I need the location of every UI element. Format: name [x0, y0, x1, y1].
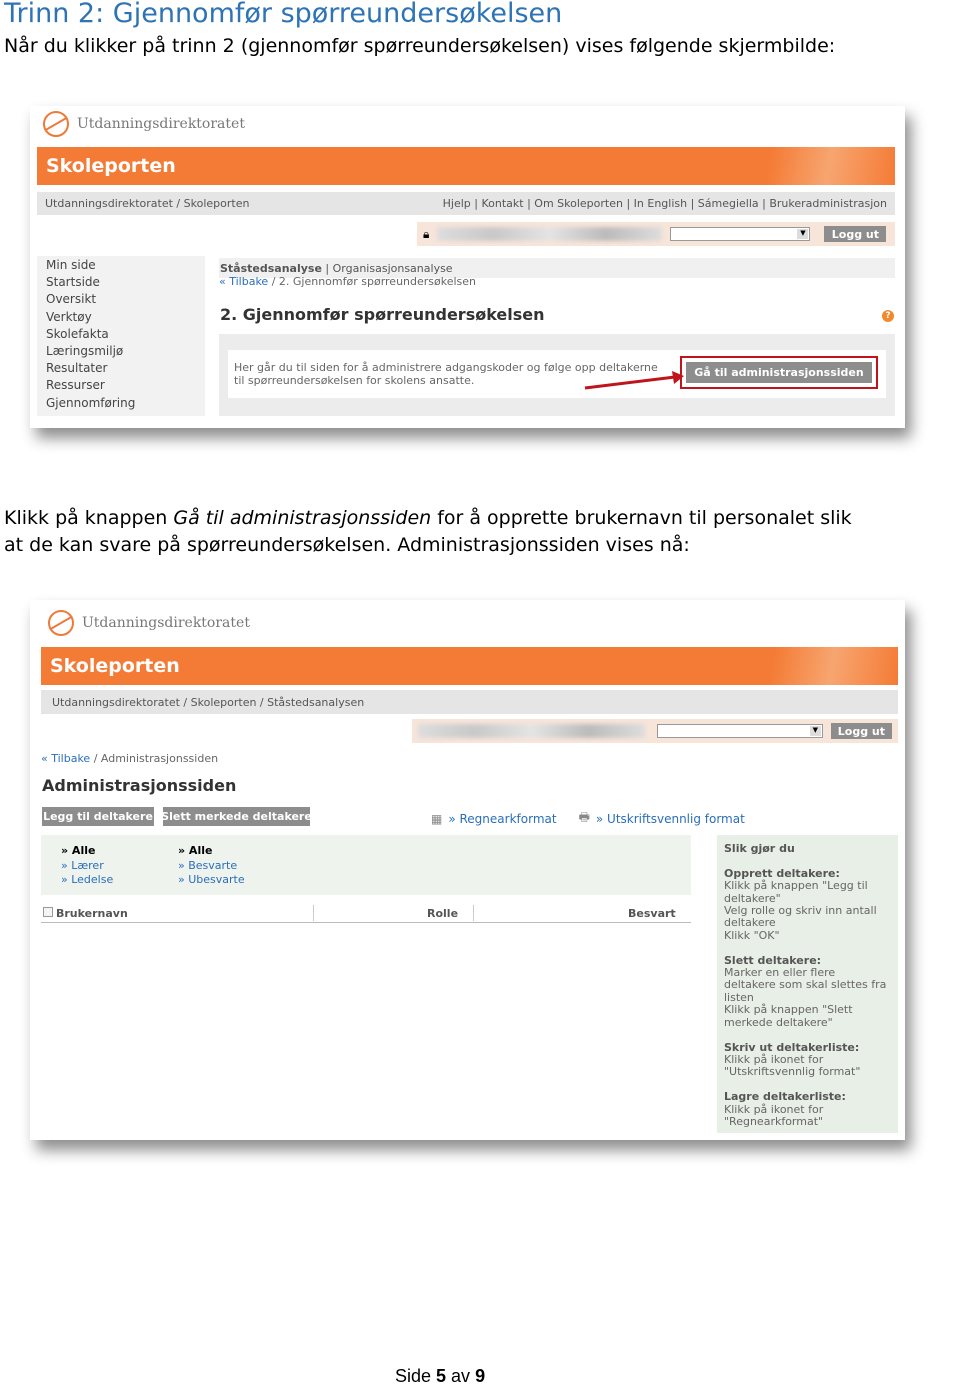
banner: Skoleporten — [41, 647, 898, 685]
help-heading: Slett deltakere: — [724, 953, 822, 967]
page-title: 2. Gjennomfør spørreundersøkelsen — [220, 305, 545, 324]
logo: Utdanningsdirektoratet — [48, 610, 250, 636]
instruction-part: Klikk på knappen — [4, 507, 174, 529]
filter-role-management[interactable]: » Ledelse — [61, 873, 113, 888]
user-name-blurred — [437, 227, 663, 241]
help-panel: Slik gjør du Opprett deltakere: Klikk på… — [717, 835, 898, 1133]
help-heading: Opprett deltakere: — [724, 866, 840, 880]
menu-item[interactable]: Ressurser — [46, 377, 196, 394]
back-link[interactable]: « Tilbake — [41, 752, 90, 765]
instruction-text: Klikk på knappen Gå til administrasjonss… — [4, 505, 852, 532]
column-username[interactable]: Brukernavn — [56, 907, 128, 920]
filter-unanswered[interactable]: » Ubesvarte — [178, 873, 245, 888]
tab-organisasjonsanalyse[interactable]: Organisasjonsanalyse — [333, 262, 453, 275]
help-line: "Regnearkformat" — [724, 1114, 824, 1128]
spreadsheet-link[interactable]: » Regnearkformat — [448, 812, 556, 826]
table-header: Brukernavn Rolle Besvart — [41, 905, 691, 923]
login-bar: 🔒︎ ▼ Logg ut — [417, 222, 895, 246]
menu-item[interactable]: Gjennomføring — [46, 395, 196, 412]
section-heading: Trinn 2: Gjennomfør spørreundersøkelsen — [4, 0, 563, 29]
page-number: 5 — [436, 1366, 447, 1386]
filter-status-all[interactable]: » Alle — [178, 844, 245, 859]
side-menu: Min side Startside Oversikt Verktøy Skol… — [37, 256, 205, 416]
login-bar: ▼ Logg ut — [412, 719, 898, 743]
help-line: Klikk på knappen "Legg til — [724, 879, 868, 893]
page-footer: Side 5 av 9 — [395, 1366, 485, 1387]
instruction-text-2: at de kan svare på spørreundersøkelsen. … — [4, 534, 690, 556]
logo-text: Utdanningsdirektoratet — [77, 116, 245, 132]
help-line: "Utskriftsvennlig format" — [724, 1065, 861, 1079]
tab-ststedsanalyse[interactable]: Ståstedsanalyse — [220, 262, 322, 275]
instruction-emphasis: Gå til administrasjonssiden — [173, 507, 432, 529]
help-line: deltakere som skal slettes fra — [724, 978, 887, 992]
breadcrumb: Utdanningsdirektoratet / Skoleporten — [45, 197, 250, 210]
footer-text: Side — [395, 1366, 437, 1386]
page-title: Administrasjonssiden — [42, 776, 237, 795]
help-heading: Skriv ut deltakerliste: — [724, 1040, 860, 1054]
school-select[interactable]: ▼ — [656, 724, 823, 738]
menu-item[interactable]: Startside — [46, 274, 196, 291]
logo: Utdanningsdirektoratet — [43, 111, 245, 137]
top-links[interactable]: Hjelp | Kontakt | Om Skoleporten | In En… — [443, 197, 887, 210]
admin-button-highlight: Gå til administrasjonssiden — [680, 356, 878, 389]
breadcrumb-current: / Administrasjonssiden — [93, 752, 219, 765]
add-participants-button[interactable]: Legg til deltakere — [42, 807, 154, 826]
red-arrow-icon — [584, 371, 684, 390]
instruction-part: for å opprette brukernavn til personalet… — [431, 507, 852, 529]
breadcrumb: Utdanningsdirektoratet / Skoleporten / S… — [52, 695, 365, 709]
filter-answered[interactable]: » Besvarte — [178, 859, 245, 874]
help-line: Klikk på knappen "Slett — [724, 1003, 853, 1017]
logout-button[interactable]: Logg ut — [824, 226, 887, 242]
back-link[interactable]: « Tilbake — [219, 275, 268, 288]
logout-button[interactable]: Logg ut — [830, 723, 892, 739]
help-icon[interactable]: ? — [882, 310, 894, 322]
screenshot-admin-page: Utdanningsdirektoratet Skoleporten Utdan… — [30, 600, 905, 1140]
help-heading: Lagre deltakerliste: — [724, 1090, 846, 1104]
page-total: 9 — [475, 1366, 486, 1386]
screenshot-step2: Utdanningsdirektoratet Skoleporten Utdan… — [30, 106, 905, 428]
footer-text: av — [446, 1366, 476, 1386]
print-icon: 🖶︎ — [578, 810, 590, 824]
spreadsheet-icon: ▦ — [431, 811, 443, 826]
user-name-blurred — [418, 724, 645, 738]
logo-icon — [48, 610, 74, 636]
filter-role-all[interactable]: » Alle — [61, 844, 113, 859]
filter-role-teacher[interactable]: » Lærer — [61, 859, 113, 874]
school-select[interactable]: ▼ — [670, 227, 811, 241]
help-line: deltakere — [724, 916, 776, 930]
print-link[interactable]: » Utskriftsvennlig format — [596, 812, 745, 826]
menu-item[interactable]: Min side — [46, 257, 196, 274]
banner: Skoleporten — [37, 147, 895, 185]
column-role[interactable]: Rolle — [427, 907, 458, 920]
help-line: merkede deltakere" — [724, 1015, 833, 1029]
intro-text: Når du klikker på trinn 2 (gjennomfør sp… — [4, 35, 836, 57]
menu-item[interactable]: Resultater — [46, 360, 196, 377]
help-line: Klikk "OK" — [724, 928, 780, 942]
breadcrumb-current: / 2. Gjennomfør spørreundersøkelsen — [268, 275, 477, 288]
logo-text: Utdanningsdirektoratet — [82, 615, 250, 631]
delete-selected-button[interactable]: Slett merkede deltakere — [161, 807, 312, 826]
help-title: Slik gjør du — [724, 842, 795, 855]
logo-icon — [43, 111, 69, 137]
menu-item[interactable]: Oversikt — [46, 291, 196, 308]
menu-item[interactable]: Verktøy — [46, 309, 196, 326]
menu-item[interactable]: Skolefakta — [46, 326, 196, 343]
go-to-admin-button[interactable]: Gå til administrasjonssiden — [686, 362, 872, 383]
menu-item[interactable]: Læringsmiljø — [46, 343, 196, 360]
select-all-checkbox[interactable] — [43, 907, 53, 917]
column-answered[interactable]: Besvart — [628, 907, 676, 920]
lock-icon: 🔒︎ — [423, 226, 430, 241]
